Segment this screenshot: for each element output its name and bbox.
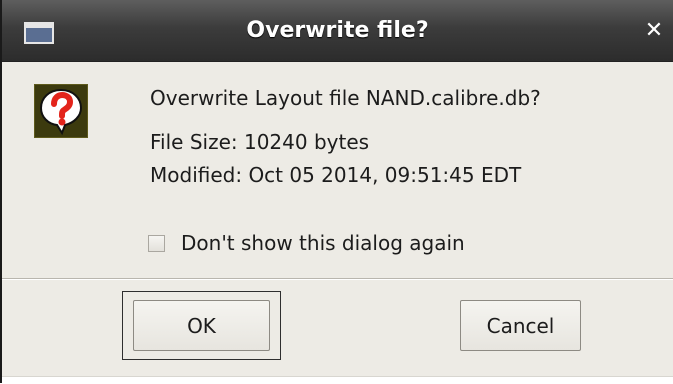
modified-date-text: Modified: Oct 05 2014, 09:51:45 EDT xyxy=(150,163,522,187)
file-size-text: File Size: 10240 bytes xyxy=(150,130,370,154)
dont-show-again-label[interactable]: Don't show this dialog again xyxy=(181,231,465,255)
question-mark-icon xyxy=(33,83,89,139)
close-icon[interactable]: ✕ xyxy=(643,20,665,42)
confirmation-message: Overwrite Layout file NAND.calibre.db? xyxy=(150,86,541,110)
window-icon[interactable] xyxy=(24,22,54,44)
dont-show-again-option[interactable]: Don't show this dialog again xyxy=(148,228,465,258)
title-bar[interactable]: Overwrite file? ✕ xyxy=(2,0,673,62)
button-separator xyxy=(2,278,673,280)
dont-show-again-checkbox[interactable] xyxy=(148,234,165,252)
dialog-title: Overwrite file? xyxy=(246,18,429,43)
overwrite-dialog: Overwrite file? ✕ Overwrite Layout file … xyxy=(0,0,673,384)
cancel-button[interactable]: Cancel xyxy=(460,300,581,351)
ok-button[interactable]: OK xyxy=(133,300,270,351)
